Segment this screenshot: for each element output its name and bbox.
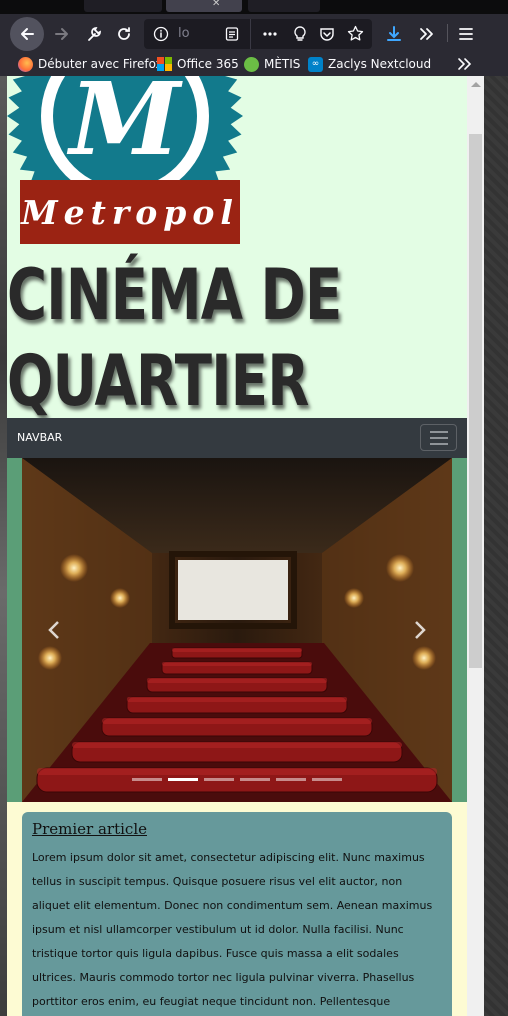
logo-seal: M — [7, 76, 243, 188]
bookmark-label: MÈTIS — [264, 57, 301, 71]
browser-tab[interactable] — [248, 0, 320, 12]
overflow-button[interactable] — [410, 18, 442, 50]
scroll-up-arrow-icon[interactable] — [471, 82, 481, 87]
carousel — [22, 458, 452, 802]
url-text[interactable]: lo — [178, 26, 190, 41]
bookmarks-overflow-button[interactable] — [456, 54, 472, 74]
customize-button[interactable] — [78, 18, 110, 50]
logo-name: Metropol — [21, 192, 239, 232]
carousel-indicator[interactable] — [132, 778, 162, 781]
lightbulb-icon[interactable] — [292, 25, 308, 43]
navigation-toolbar: lo — [0, 14, 508, 52]
carousel-frame — [7, 458, 467, 802]
bookmark-label: Zaclys Nextcloud — [328, 57, 432, 71]
browser-window: ✕ lo Débuter avec Firefox Office 365 MÈT… — [0, 0, 508, 1016]
site-title: CINÉMA DE QUARTIER — [7, 252, 366, 424]
carousel-indicator[interactable] — [312, 778, 342, 781]
app-menu-button[interactable] — [450, 18, 482, 50]
cinema-screen — [178, 560, 288, 620]
logo-name-box: Metropol — [20, 180, 240, 244]
wrench-icon — [88, 27, 101, 41]
tab-strip: ✕ — [0, 0, 508, 14]
page-actions-icon[interactable] — [262, 27, 278, 41]
site-navbar: NAVBAR — [7, 418, 467, 458]
carousel-indicator[interactable] — [276, 778, 306, 781]
navbar-toggler-button[interactable] — [420, 424, 457, 451]
back-button[interactable] — [10, 17, 44, 51]
navbar-brand[interactable]: NAVBAR — [17, 431, 62, 444]
url-bar[interactable]: lo — [144, 19, 372, 49]
article-body: Lorem ipsum dolor sit amet, consectetur … — [32, 851, 433, 1008]
content-viewport: M Metropol CINÉMA DE QUARTIER NAVBAR Pre… — [0, 76, 508, 1016]
firefox-icon — [18, 56, 33, 72]
article-card: Premier article Lorem ipsum dolor sit am… — [22, 812, 452, 1016]
bookmarks-toolbar: Débuter avec Firefox Office 365 MÈTIS ∞ … — [0, 52, 508, 76]
bookmark-label: Office 365 — [177, 57, 239, 71]
download-icon — [387, 26, 401, 41]
cinema-hall-image — [22, 458, 452, 802]
chevron-left-icon — [48, 621, 59, 639]
bookmark-nextcloud[interactable]: ∞ Zaclys Nextcloud — [308, 54, 431, 74]
browser-tab[interactable] — [84, 0, 162, 12]
back-arrow-icon — [21, 28, 34, 40]
metropol-logo[interactable]: M Metropol — [7, 76, 247, 246]
background-strip-right — [484, 76, 508, 1016]
chevron-double-right-icon — [458, 58, 472, 70]
bookmark-label: Débuter avec Firefox — [38, 57, 163, 71]
site-title-line1: CINÉMA DE — [7, 254, 342, 336]
tab-close-icon[interactable]: ✕ — [212, 0, 224, 10]
bookmark-metis[interactable]: MÈTIS — [244, 54, 300, 74]
toggler-bar — [429, 430, 448, 433]
carousel-indicator[interactable] — [204, 778, 234, 781]
carousel-indicators — [132, 778, 342, 781]
scrollbar-thumb[interactable] — [469, 134, 482, 668]
toolbar-separator — [447, 24, 448, 42]
office365-icon — [157, 56, 172, 72]
chevron-right-icon — [415, 621, 426, 639]
forward-arrow-icon — [55, 28, 68, 40]
hamburger-icon — [459, 28, 473, 40]
reader-view-icon[interactable] — [224, 26, 240, 42]
browser-tab-active[interactable] — [166, 0, 242, 12]
info-icon[interactable] — [153, 26, 169, 42]
bookmark-star-icon[interactable] — [347, 25, 364, 42]
forward-button[interactable] — [46, 18, 78, 50]
carousel-next-button[interactable] — [410, 618, 430, 642]
page-scrollbar[interactable] — [467, 76, 484, 1016]
bookmark-office365[interactable]: Office 365 — [157, 54, 239, 74]
metis-icon — [244, 56, 259, 72]
web-page: M Metropol CINÉMA DE QUARTIER NAVBAR Pre… — [7, 76, 467, 1016]
chevron-double-right-icon — [420, 28, 433, 40]
pocket-icon[interactable] — [319, 26, 335, 42]
downloads-button[interactable] — [378, 18, 410, 50]
bookmark-firefox[interactable]: Débuter avec Firefox — [18, 54, 163, 74]
site-title-line2: QUARTIER — [7, 340, 309, 422]
article-title[interactable]: Premier article — [32, 820, 442, 838]
carousel-indicator[interactable] — [168, 778, 198, 781]
nextcloud-icon: ∞ — [308, 56, 323, 72]
url-divider — [250, 19, 251, 49]
carousel-indicator[interactable] — [240, 778, 270, 781]
toggler-bar — [429, 436, 448, 439]
toggler-bar — [429, 442, 448, 445]
reload-button[interactable] — [108, 18, 140, 50]
reload-icon — [118, 27, 130, 40]
carousel-prev-button[interactable] — [44, 618, 64, 642]
